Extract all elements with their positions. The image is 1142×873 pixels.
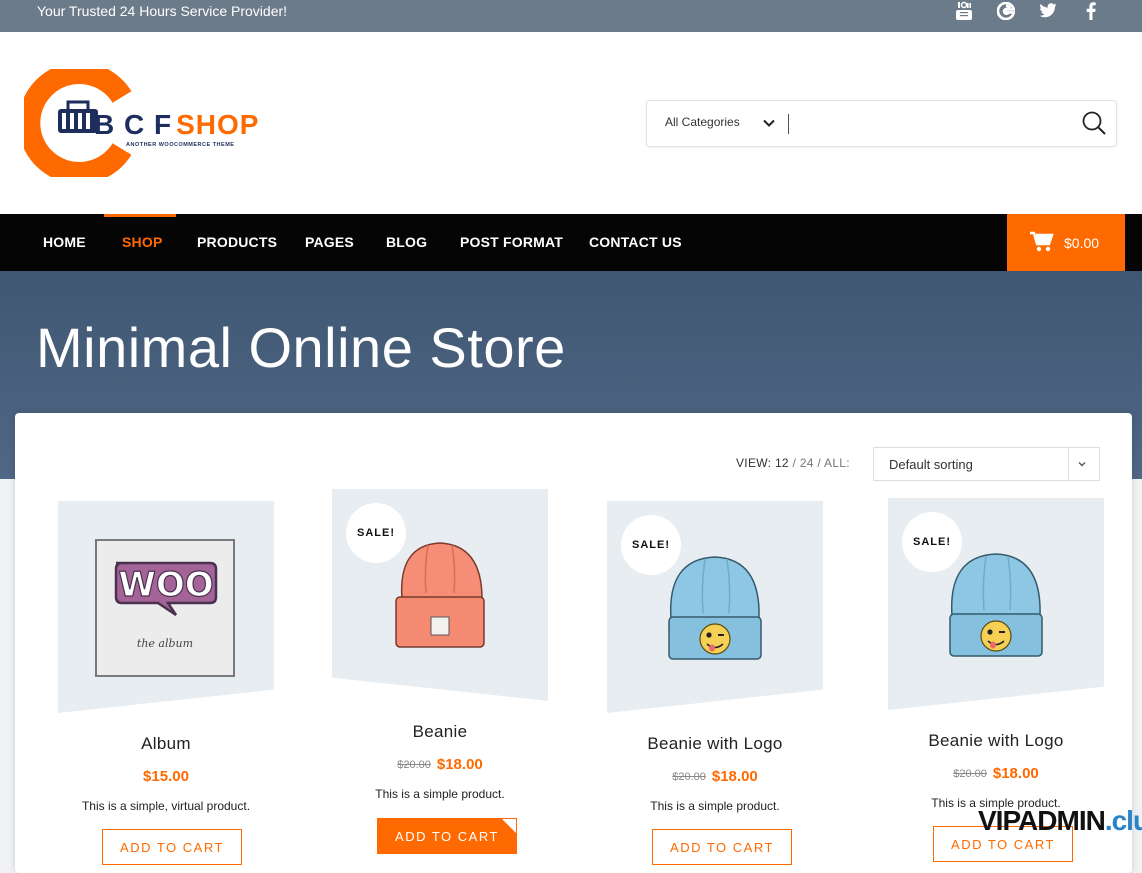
product-card[interactable]: WOO the album Album $15.00 This is a sim… xyxy=(58,501,274,865)
google-icon[interactable] xyxy=(995,0,1017,22)
chevron-down-icon[interactable] xyxy=(761,115,777,131)
product-image[interactable]: WOO the album xyxy=(58,501,274,713)
add-to-cart-button[interactable]: ADD TO CART xyxy=(102,829,242,865)
page-title: Minimal Online Store xyxy=(36,316,566,379)
nav-item-pages[interactable]: PAGES xyxy=(305,234,354,250)
youtube-icon[interactable] xyxy=(953,0,975,22)
product-price: $20.00 $18.00 xyxy=(607,768,823,785)
logo-name-shop: SHOP xyxy=(176,109,260,140)
woo-album-icon: WOO the album xyxy=(95,539,235,677)
product-card[interactable]: SALE! Beanie $20.00 $18.00 This is a simp… xyxy=(332,489,548,854)
watermark-part1: VIPADMIN xyxy=(978,805,1106,836)
sorting-divider xyxy=(1068,448,1069,480)
product-name[interactable]: Beanie xyxy=(332,722,548,742)
cart-total: $0.00 xyxy=(1064,235,1100,251)
view-label: VIEW: xyxy=(736,456,772,470)
view-option-all[interactable]: ALL: xyxy=(824,456,850,470)
category-select[interactable]: All Categories xyxy=(665,115,740,129)
album-logo-text: WOO xyxy=(118,565,213,605)
product-name[interactable]: Album xyxy=(58,734,274,754)
view-sep: / xyxy=(792,456,797,470)
facebook-icon[interactable] xyxy=(1080,0,1102,22)
product-image[interactable]: SALE! xyxy=(332,489,548,701)
product-card[interactable]: SALE! Beanie with Logo $20.00 $18.00 This… xyxy=(888,498,1104,862)
search-input[interactable] xyxy=(797,109,1067,139)
cart-button[interactable]: $0.00 xyxy=(1007,214,1125,271)
album-subtitle-text: the album xyxy=(137,637,193,650)
current-price: $15.00 xyxy=(143,768,189,785)
watermark-part2: .club xyxy=(1104,805,1142,836)
sale-badge: SALE! xyxy=(902,512,962,572)
site-logo[interactable]: B C F SHOP ANOTHER WOOCOMMERCE THEME xyxy=(22,69,262,179)
view-sep: / xyxy=(817,456,822,470)
logo-subtitle: ANOTHER WOOCOMMERCE THEME xyxy=(126,142,235,148)
logo-text: B C F SHOP xyxy=(94,109,259,141)
tagline: Your Trusted 24 Hours Service Provider! xyxy=(37,3,288,19)
search-icon[interactable] xyxy=(1081,110,1107,136)
add-to-cart-button[interactable]: ADD TO CART xyxy=(652,829,792,865)
view-option-12[interactable]: 12 xyxy=(775,456,789,470)
product-description: This is a simple, virtual product. xyxy=(81,799,251,813)
sale-badge: SALE! xyxy=(346,503,406,563)
sale-badge: SALE! xyxy=(621,515,681,575)
watermark: VIPADMIN.club xyxy=(978,805,1142,837)
product-description: This is a simple product. xyxy=(375,787,505,801)
product-image[interactable]: SALE! xyxy=(888,498,1104,710)
search-caret xyxy=(788,114,789,134)
nav-item-post-format[interactable]: POST FORMAT xyxy=(460,234,563,250)
product-description: This is a simple product. xyxy=(650,799,780,813)
twitter-icon[interactable] xyxy=(1037,0,1059,22)
product-name[interactable]: Beanie with Logo xyxy=(888,731,1104,751)
current-price: $18.00 xyxy=(711,768,758,785)
view-per-page: VIEW: 12 / 24 / ALL: xyxy=(736,456,850,470)
top-bar: Your Trusted 24 Hours Service Provider! xyxy=(0,0,1142,32)
nav-item-blog[interactable]: BLOG xyxy=(386,234,427,250)
nav-item-contact-us[interactable]: CONTACT US xyxy=(589,234,682,250)
product-price: $15.00 xyxy=(58,768,274,785)
product-name[interactable]: Beanie with Logo xyxy=(607,734,823,754)
chevron-down-icon xyxy=(1078,462,1086,467)
basket-icon xyxy=(58,100,98,133)
product-card[interactable]: SALE! Beanie with Logo $20.00 $18.00 This… xyxy=(607,501,823,865)
current-price: $18.00 xyxy=(992,765,1039,782)
add-to-cart-button[interactable]: ADD TO CART xyxy=(377,818,517,854)
nav-item-products[interactable]: PRODUCTS xyxy=(197,234,277,250)
nav-item-shop[interactable]: SHOP xyxy=(122,234,162,250)
sorting-value: Default sorting xyxy=(889,457,973,472)
view-option-24[interactable]: 24 xyxy=(800,456,814,470)
product-price: $20.00 $18.00 xyxy=(332,756,548,773)
product-image[interactable]: SALE! xyxy=(607,501,823,713)
main-navigation: HOME SHOP PRODUCTS PAGES BLOG POST FORMA… xyxy=(0,214,1142,271)
old-price: $20.00 xyxy=(397,759,431,771)
nav-item-home[interactable]: HOME xyxy=(43,234,86,250)
sorting-select[interactable]: Default sorting xyxy=(873,447,1100,481)
logo-name-bcf: B C F xyxy=(94,109,173,140)
search-bar: All Categories xyxy=(646,100,1117,147)
site-header: B C F SHOP ANOTHER WOOCOMMERCE THEME All … xyxy=(0,32,1142,214)
active-indicator xyxy=(104,214,176,217)
cart-icon xyxy=(1030,231,1054,252)
old-price: $20.00 xyxy=(953,768,987,780)
current-price: $18.00 xyxy=(436,756,483,773)
product-price: $20.00 $18.00 xyxy=(888,765,1104,782)
old-price: $20.00 xyxy=(672,771,706,783)
